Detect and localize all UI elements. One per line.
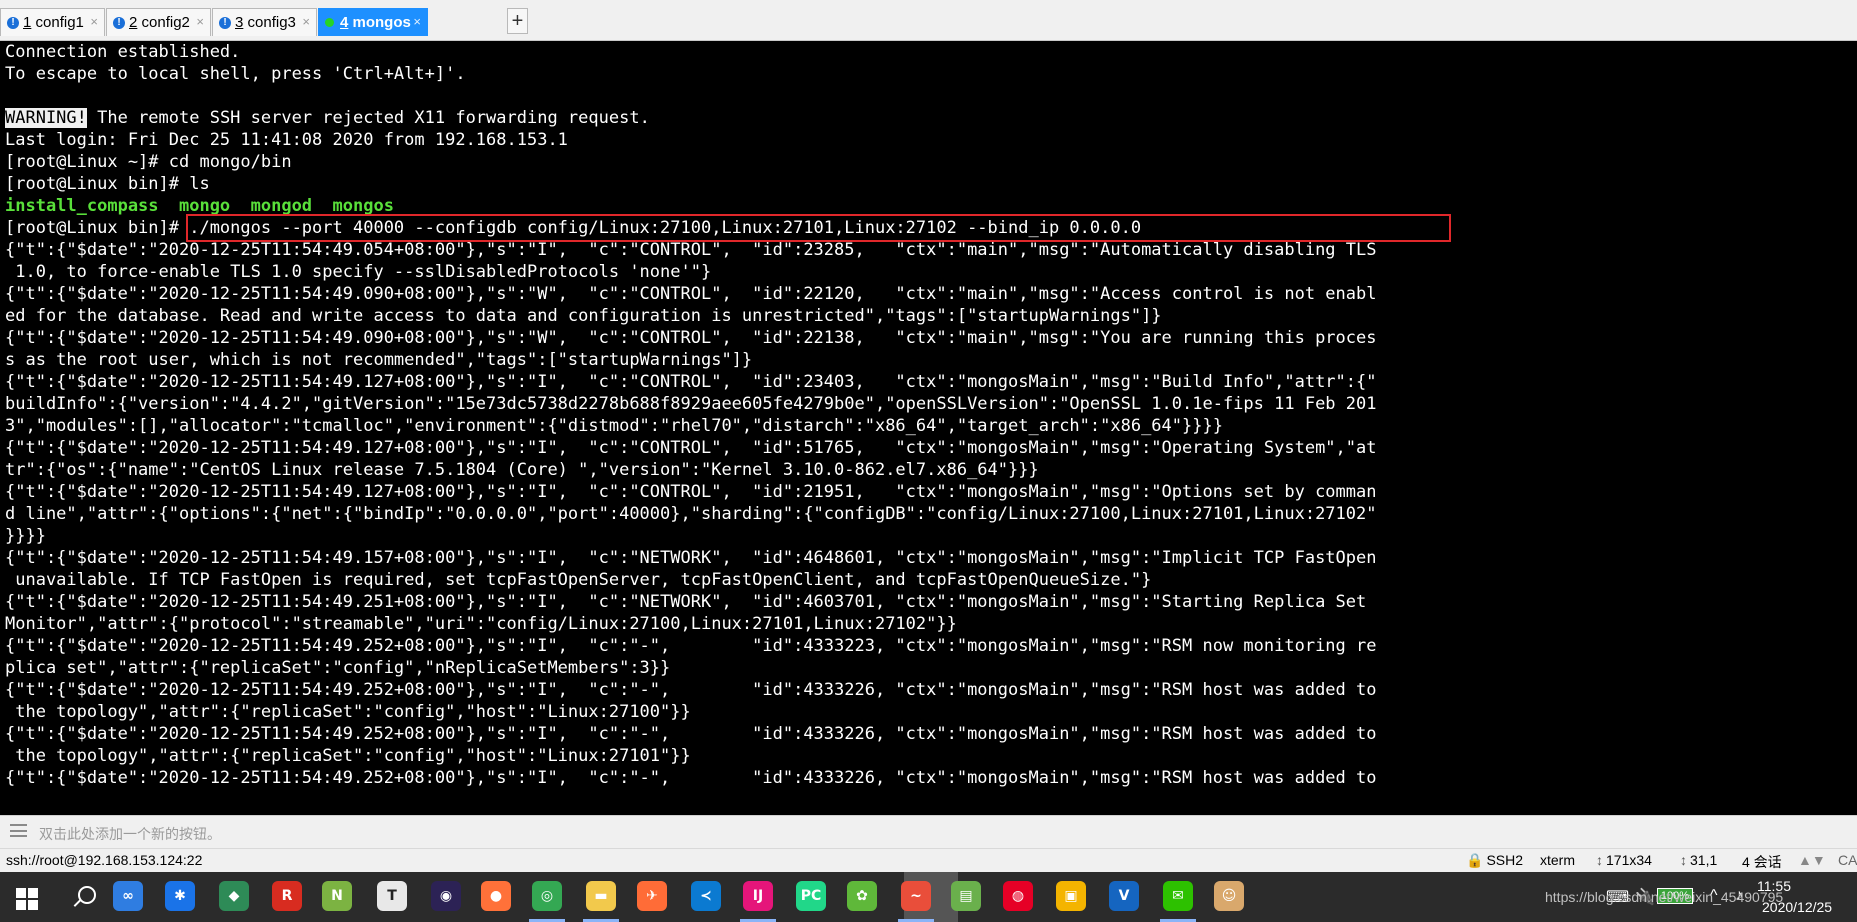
resize-icon: ↕ [1596,852,1603,868]
baidu-netdisk-icon[interactable]: ∞ [113,881,143,911]
terminal-line: [root@Linux ~]# cd mongo/bin [5,152,292,172]
kite-app-icon[interactable]: ◆ [219,881,249,911]
typora-icon[interactable]: T [377,881,407,911]
terminal-lines: Connection established. To escape to loca… [5,41,1376,789]
tab-close-icon[interactable]: × [302,14,310,29]
watermark-text: https://blog.csdn.net/weixin_45490795 [1545,889,1784,905]
terminal-line: Connection established. [5,42,241,62]
warning-text: The remote SSH server rejected X11 forwa… [86,108,650,128]
redis-icon[interactable]: R [272,881,302,911]
cursor-position-status: ↕ 31,1 [1680,852,1718,868]
terminal-line: buildInfo":{"version":"4.4.2","gitVersio… [5,394,1377,414]
tab-mongos[interactable]: 4 mongos × [318,8,428,36]
vscode-icon[interactable]: ≺ [691,881,721,911]
terminal-line: {"t":{"$date":"2020-12-25T11:54:49.252+0… [5,768,1377,788]
terminal-line: {"t":{"$date":"2020-12-25T11:54:49.252+0… [5,724,1377,744]
eclipse-icon[interactable]: ◉ [431,881,461,911]
terminal-size-status: ↕ 171x34 [1596,852,1652,868]
connected-dot-icon [325,18,334,27]
xftp-icon[interactable]: ▤ [951,881,981,911]
terminal-line: }}}} [5,526,46,546]
terminal-line: {"t":{"$date":"2020-12-25T11:54:49.127+0… [5,438,1377,458]
avatar-app-icon[interactable]: ☺ [1214,881,1244,911]
terminal-line: the topology","attr":{"replicaSet":"conf… [5,746,691,766]
terminal-line: {"t":{"$date":"2020-12-25T11:54:49.090+0… [5,328,1377,348]
session-count-status: 4 会话 [1742,854,1782,870]
terminal-line: {"t":{"$date":"2020-12-25T11:54:49.127+0… [5,482,1377,502]
terminal-line: Monitor","attr":{"protocol":"streamable"… [5,614,957,634]
menu-icon[interactable] [10,824,27,837]
tab-close-icon[interactable]: × [196,14,204,29]
terminal-line: WARNING! The remote SSH server rejected … [5,107,1376,129]
executable-list: install_compass mongo mongod mongos [5,196,394,216]
xshell-icon[interactable]: ~ [901,881,931,911]
postman-icon[interactable]: ✈ [637,881,667,911]
cursor-icon: ↕ [1680,852,1687,868]
terminal-line: tr":{"os":{"name":"CentOS Linux release … [5,460,1039,480]
search-icon[interactable] [78,886,96,904]
sticky-notes-icon[interactable]: ▣ [1056,881,1086,911]
tab-close-icon[interactable]: × [90,14,98,29]
terminal-output[interactable]: Connection established. To escape to loca… [0,41,1857,815]
netease-music-icon[interactable]: ◍ [1003,881,1033,911]
info-icon: ! [113,16,125,29]
protocol-status: 🔒 SSH2 [1466,852,1524,868]
start-button[interactable] [16,888,38,910]
info-icon: ! [219,16,231,29]
terminal-line: unavailable. If TCP FastOpen is required… [5,570,1152,590]
tab-config3[interactable]: ! 3 config3 × [212,8,317,36]
terminal-line: s as the root user, which is not recomme… [5,350,753,370]
tab-config2[interactable]: ! 2 config2 × [106,8,211,36]
terminal-line: {"t":{"$date":"2020-12-25T11:54:49.252+0… [5,680,1377,700]
chrome-icon[interactable]: ◎ [532,881,562,911]
terminal-line: {"t":{"$date":"2020-12-25T11:54:49.251+0… [5,592,1367,612]
pycharm-icon[interactable]: PC [796,881,826,911]
warning-badge: WARNING! [5,108,87,128]
terminal-line: [root@Linux bin]# ls [5,174,210,194]
firefox-icon[interactable]: ● [481,881,511,911]
tab-close-icon[interactable]: × [413,14,421,29]
terminal-line: 3","modules":[],"allocator":"tcmalloc","… [5,416,1223,436]
tortoise-icon[interactable]: ✿ [847,881,877,911]
terminal-line: d line","attr":{"options":{"net":{"bindI… [5,504,1377,524]
terminal-line: {"t":{"$date":"2020-12-25T11:54:49.157+0… [5,548,1377,568]
notepad-plus-icon[interactable]: N [322,881,352,911]
session-tab-bar: ! 1 config1 × ! 2 config2 × ! 3 config3 … [0,0,1857,41]
lock-icon: 🔒 [1466,852,1484,868]
terminal-line: To escape to local shell, press 'Ctrl+Al… [5,64,466,84]
terminal-line: Last login: Fri Dec 25 11:41:08 2020 fro… [5,130,568,150]
quick-bar-hint: 双击此处添加一个新的按钮。 [39,826,221,842]
vmware-icon[interactable]: V [1109,881,1139,911]
terminal-scrollbar[interactable] [1840,41,1857,815]
tab-config1[interactable]: ! 1 config1 × [0,8,105,36]
terminal-line: the topology","attr":{"replicaSet":"conf… [5,702,691,722]
intellij-icon[interactable]: IJ [743,881,773,911]
bluetooth-app-icon[interactable]: ✱ [165,881,195,911]
terminal-line: {"t":{"$date":"2020-12-25T11:54:49.090+0… [5,284,1377,304]
caps-status: CA [1838,852,1857,868]
terminal-line: 1.0, to force-enable TLS 1.0 specify --s… [5,262,712,282]
quick-command-bar[interactable]: 双击此处添加一个新的按钮。 [0,815,1857,848]
new-tab-button[interactable]: + [507,8,528,34]
command-highlight-box [186,214,1451,242]
terminal-line: plica set","attr":{"replicaSet":"config"… [5,658,671,678]
wechat-icon[interactable]: ✉ [1163,881,1193,911]
scroll-arrows-icon[interactable]: ▲▼ [1798,852,1826,868]
status-bar: ssh://root@192.168.153.124:22 🔒 SSH2 xter… [0,848,1857,872]
connection-address: ssh://root@192.168.153.124:22 [6,852,203,868]
terminal-type-status: xterm [1540,852,1575,868]
info-icon: ! [7,16,19,29]
terminal-line: ed for the database. Read and write acce… [5,306,1162,326]
terminal-line: {"t":{"$date":"2020-12-25T11:54:49.252+0… [5,636,1377,656]
terminal-line: {"t":{"$date":"2020-12-25T11:54:49.054+0… [5,240,1377,260]
file-explorer-icon[interactable]: ▬ [586,881,616,911]
terminal-line: {"t":{"$date":"2020-12-25T11:54:49.127+0… [5,372,1377,392]
